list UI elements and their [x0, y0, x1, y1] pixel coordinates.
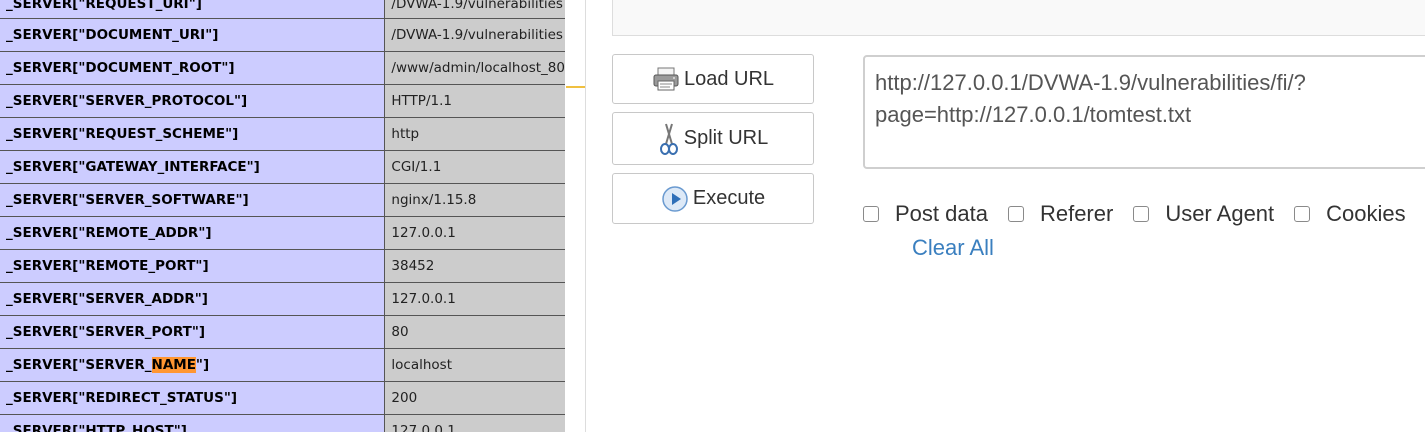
table-row: _SERVER["REDIRECT_STATUS"] 200 [0, 381, 565, 415]
referer-checkbox[interactable] [1007, 206, 1024, 222]
variable-value: 127.0.0.1 [384, 414, 565, 432]
user-agent-label: User Agent [1165, 201, 1275, 226]
variable-value: HTTP/1.1 [384, 84, 565, 118]
variable-value: /DVWA-1.9/vulnerabilities [384, 0, 565, 19]
post-data-option[interactable]: Post data [863, 201, 988, 227]
url-input[interactable]: http://127.0.0.1/DVWA-1.9/vulnerabilitie… [863, 55, 1425, 169]
referer-label: Referer [1039, 201, 1114, 226]
table-row: _SERVER["REQUEST_SCHEME"] http [0, 117, 565, 151]
request-options: Post data Referer User Agent Cookies [863, 197, 1425, 231]
table-row: _SERVER["DOCUMENT_ROOT"] /www/admin/loca… [0, 51, 565, 85]
scissors-icon [658, 122, 680, 156]
user-agent-checkbox[interactable] [1133, 206, 1150, 222]
split-url-label: Split URL [683, 127, 769, 149]
post-data-checkbox[interactable] [863, 206, 879, 222]
referer-option[interactable]: Referer [1007, 201, 1114, 227]
variable-name-prefix: _SERVER["SERVER_ [6, 356, 152, 373]
table-row: _SERVER["DOCUMENT_URI"] /DVWA-1.9/vulner… [0, 18, 565, 52]
phpinfo-panel: _SERVER["REQUEST_URI"] /DVWA-1.9/vulnera… [0, 0, 565, 432]
variable-value: 38452 [384, 249, 565, 283]
variable-name: _SERVER["SERVER_SOFTWARE"] [0, 183, 386, 217]
variable-name-suffix: "] [195, 356, 210, 373]
table-row: _SERVER["SERVER_SOFTWARE"] nginx/1.15.8 [0, 183, 565, 217]
variable-name: _SERVER["SERVER_ADDR"] [0, 282, 386, 316]
table-row: _SERVER["SERVER_ADDR"] 127.0.0.1 [0, 282, 565, 316]
variable-name: _SERVER["DOCUMENT_URI"] [0, 18, 386, 52]
variable-value: /DVWA-1.9/vulnerabilities [384, 18, 565, 52]
variable-name: _SERVER["HTTP_HOST"] [0, 414, 386, 432]
execute-button[interactable]: Execute [612, 173, 814, 224]
variable-name: _SERVER["SERVER_PORT"] [0, 315, 386, 349]
table-row: _SERVER["REMOTE_ADDR"] 127.0.0.1 [0, 216, 565, 250]
table-row: _SERVER["HTTP_HOST"] 127.0.0.1 [0, 414, 565, 432]
variable-value: 200 [384, 381, 565, 415]
variable-value: 127.0.0.1 [384, 282, 565, 316]
variable-value: localhost [384, 348, 565, 382]
clear-all-link[interactable]: Clear All [912, 235, 994, 261]
variable-value: CGI/1.1 [384, 150, 565, 184]
execute-label: Execute [692, 187, 766, 209]
load-url-label: Load URL [683, 67, 775, 90]
variable-name: _SERVER["REQUEST_SCHEME"] [0, 117, 386, 151]
table-row: _SERVER["GATEWAY_INTERFACE"] CGI/1.1 [0, 150, 565, 184]
variable-name: _SERVER["REDIRECT_STATUS"] [0, 381, 386, 415]
table-row: _SERVER["REQUEST_URI"] /DVWA-1.9/vulnera… [0, 0, 565, 19]
variable-name: _SERVER["REQUEST_URI"] [0, 0, 386, 19]
variable-value: http [384, 117, 565, 151]
post-data-label: Post data [895, 201, 988, 226]
hackbar-top-frame [612, 0, 1425, 36]
variable-name: _SERVER["REMOTE_PORT"] [0, 249, 386, 283]
play-circle-icon [661, 185, 689, 213]
variable-value: 80 [384, 315, 565, 349]
variable-name: _SERVER["SERVER_NAME"] [0, 348, 386, 382]
table-row: _SERVER["REMOTE_PORT"] 38452 [0, 249, 565, 283]
cookies-label: Cookies [1326, 201, 1406, 226]
split-url-button[interactable]: Split URL [612, 112, 814, 165]
variable-name: _SERVER["GATEWAY_INTERFACE"] [0, 150, 386, 184]
horizontal-marker [566, 86, 586, 88]
printer-icon [652, 66, 680, 92]
panel-gap [565, 0, 586, 432]
variable-name: _SERVER["REMOTE_ADDR"] [0, 216, 386, 250]
variable-name: _SERVER["DOCUMENT_ROOT"] [0, 51, 386, 85]
variable-value: nginx/1.15.8 [384, 183, 565, 217]
cookies-checkbox[interactable] [1294, 206, 1311, 222]
table-row: _SERVER["SERVER_PORT"] 80 [0, 315, 565, 349]
variable-value: 127.0.0.1 [384, 216, 565, 250]
load-url-button[interactable]: Load URL [612, 54, 814, 104]
cookies-option[interactable]: Cookies [1294, 201, 1406, 227]
table-row: _SERVER["SERVER_NAME"] localhost [0, 348, 565, 382]
variable-name: _SERVER["SERVER_PROTOCOL"] [0, 84, 386, 118]
user-agent-option[interactable]: User Agent [1133, 201, 1274, 227]
search-highlight: NAME [151, 356, 196, 373]
panel-divider [585, 0, 586, 432]
server-variables-table: _SERVER["REQUEST_URI"] /DVWA-1.9/vulnera… [0, 0, 565, 432]
variable-value: /www/admin/localhost_80 [384, 51, 565, 85]
table-row: _SERVER["SERVER_PROTOCOL"] HTTP/1.1 [0, 84, 565, 118]
